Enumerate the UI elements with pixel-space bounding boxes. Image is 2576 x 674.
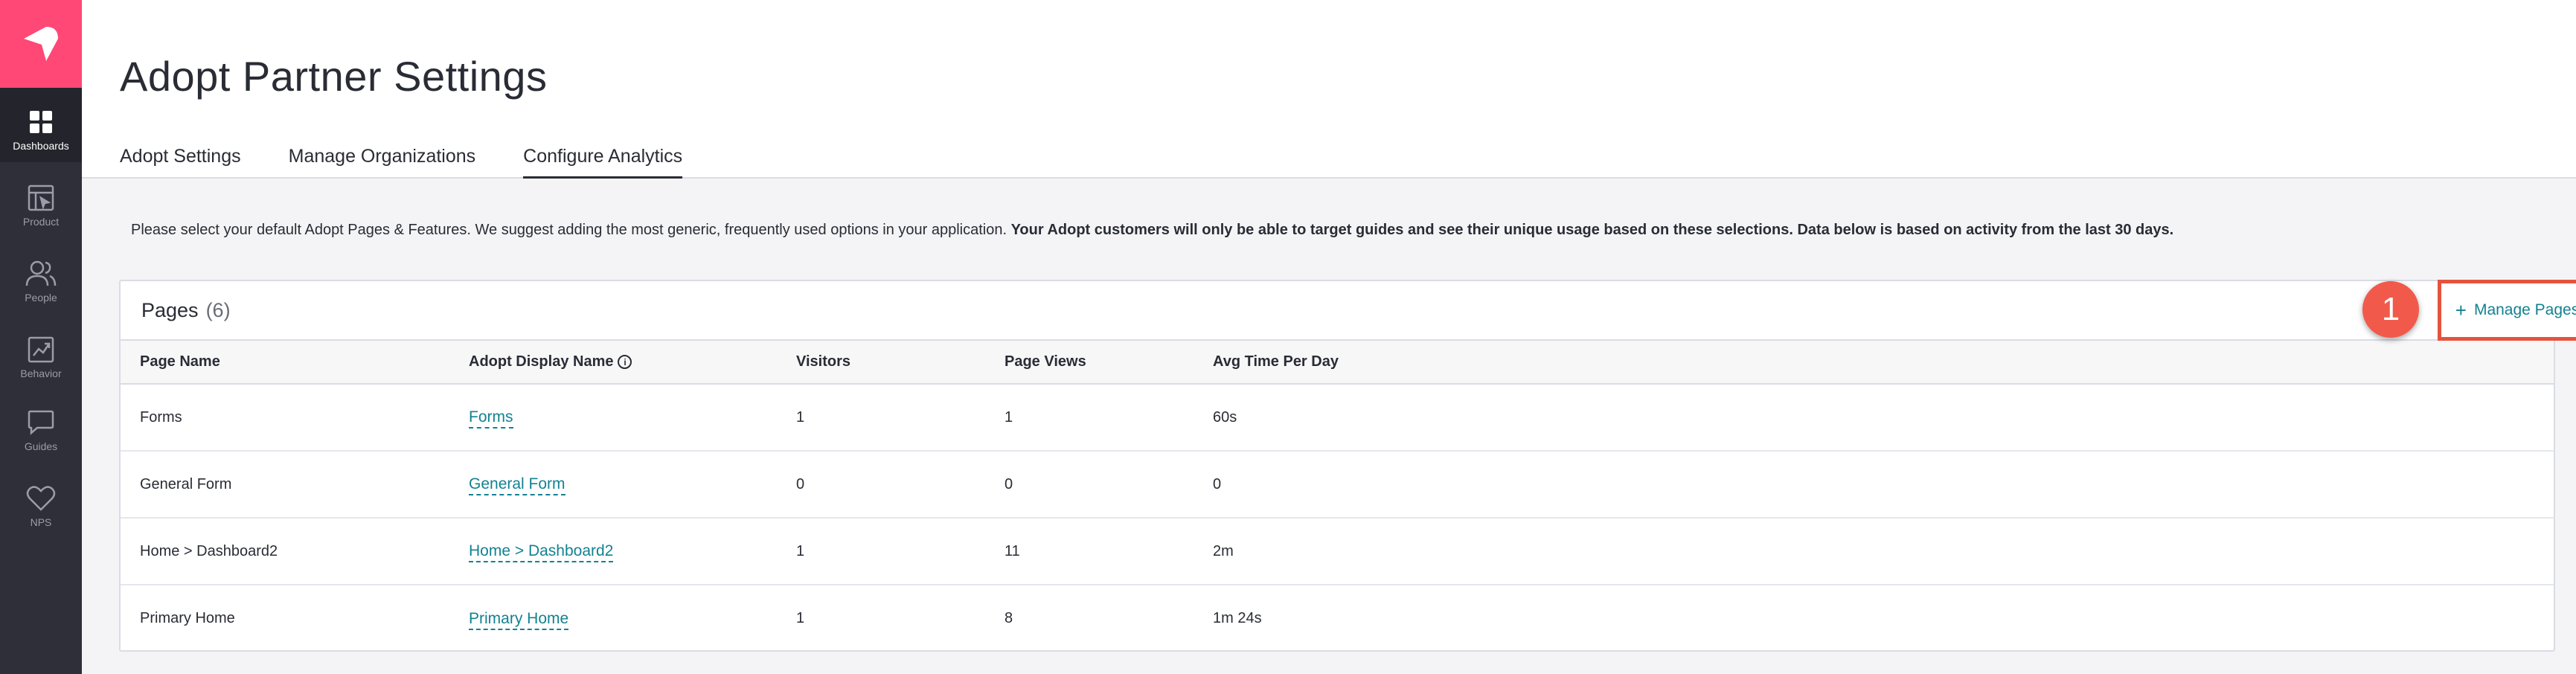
page-views-cell: 8 (1005, 610, 1013, 626)
dashboard-grid-icon (29, 109, 53, 135)
page-name-cell: Home > Dashboard2 (140, 542, 278, 559)
visitors-cell: 1 (796, 542, 805, 559)
display-name-link[interactable]: Forms (469, 408, 513, 429)
sidebar-item-nps[interactable]: NPS (0, 464, 82, 539)
pages-card-title: Pages (6) (141, 299, 231, 322)
highlight-box: + Manage Pages (2438, 280, 2576, 341)
page-name-cell: General Form (140, 475, 232, 492)
sidebar-item-product[interactable]: Product (0, 164, 82, 238)
column-header-page-name[interactable]: Page Name (121, 341, 469, 384)
sidebar-item-people[interactable]: People (0, 240, 82, 314)
table-row: General Form General Form 0 0 0 (121, 451, 2554, 518)
description-text: Please select your default Adopt Pages &… (131, 222, 1007, 238)
visitors-cell: 0 (796, 475, 805, 492)
display-name-cell: Primary Home (469, 585, 796, 652)
sidebar-item-guides[interactable]: Guides (0, 388, 82, 463)
info-icon[interactable]: i (618, 355, 632, 369)
page-views-cell: 0 (1005, 475, 1013, 492)
pages-card-header: Pages (6) 1 + Manage Pages (121, 280, 2576, 341)
nps-heart-icon (26, 485, 56, 512)
pendo-logo[interactable] (0, 0, 82, 88)
page-name-cell: Primary Home (140, 610, 235, 626)
sidebar-item-label: Dashboards (13, 140, 69, 152)
page-views-cell: 1 (1005, 408, 1013, 426)
manage-pages-label: Manage Pages (2473, 301, 2576, 318)
pendo-logo-icon (24, 27, 58, 61)
sidebar-item-label: Product (22, 216, 60, 228)
people-icon (25, 260, 57, 287)
behavior-chart-icon (27, 336, 55, 363)
product-icon (26, 184, 56, 211)
pages-card: Pages (6) 1 + Manage Pages Page Name Adop… (119, 280, 2576, 652)
sidebar-item-label: Behavior (20, 368, 62, 379)
avg-time-cell: 2m (1213, 542, 1234, 559)
visitors-cell: 1 (796, 408, 805, 426)
column-header-label: Adopt Display Name (469, 353, 614, 370)
display-name-cell: Forms (469, 384, 796, 451)
analytics-description: Please select your default Adopt Pages &… (131, 222, 2173, 239)
page-name-cell: Forms (140, 408, 182, 426)
avg-time-cell: 1m 24s (1213, 610, 1262, 626)
display-name-link[interactable]: General Form (469, 475, 565, 495)
sidebar-item-dashboards[interactable]: Dashboards (0, 88, 82, 162)
display-name-cell: General Form (469, 451, 796, 518)
settings-tabs: Adopt Settings Manage Organizations Conf… (120, 146, 730, 179)
tab-adopt-settings[interactable]: Adopt Settings (120, 146, 241, 179)
display-name-link[interactable]: Primary Home (469, 609, 569, 630)
pages-title: Pages (141, 299, 199, 321)
column-header-visitors[interactable]: Visitors (796, 341, 1005, 384)
step-number-badge: 1 (2362, 281, 2419, 338)
sidebar-item-label: Guides (24, 440, 58, 452)
visitors-cell: 1 (796, 610, 805, 626)
plus-icon: + (2455, 299, 2467, 321)
column-header-page-views[interactable]: Page Views (1005, 341, 1213, 384)
tab-manage-organizations[interactable]: Manage Organizations (289, 146, 476, 179)
avg-time-cell: 0 (1213, 475, 1222, 492)
table-header-row: Page Name Adopt Display Name i Visitors … (121, 341, 2554, 384)
column-header-avg-time[interactable]: Avg Time Per Day (1213, 341, 2554, 384)
table-row: Home > Dashboard2 Home > Dashboard2 1 11… (121, 518, 2554, 585)
main-content: Adopt Partner Settings Adopt Settings Ma… (82, 0, 2576, 674)
pages-count: (6) (205, 299, 231, 321)
guides-chat-icon (27, 409, 55, 436)
pages-table: Page Name Adopt Display Name i Visitors … (121, 341, 2554, 652)
table-row: Primary Home Primary Home 1 8 1m 24s (121, 585, 2554, 652)
description-bold-text: Your Adopt customers will only be able t… (1010, 222, 2174, 238)
table-row: Forms Forms 1 1 60s (121, 384, 2554, 451)
page-views-cell: 11 (1005, 542, 1020, 559)
avg-time-cell: 60s (1213, 408, 1237, 426)
manage-pages-button[interactable]: + Manage Pages (2455, 301, 2576, 320)
column-header-adopt-display-name[interactable]: Adopt Display Name i (469, 341, 796, 384)
sidebar-item-behavior[interactable]: Behavior (0, 315, 82, 390)
display-name-link[interactable]: Home > Dashboard2 (469, 542, 614, 562)
tab-configure-analytics[interactable]: Configure Analytics (523, 146, 683, 179)
sidebar-item-label: People (25, 292, 57, 304)
page-header: Adopt Partner Settings Adopt Settings Ma… (82, 0, 2576, 179)
sidebar: Dashboards Product People Behavior Guide… (0, 0, 82, 674)
page-title: Adopt Partner Settings (120, 53, 548, 100)
sidebar-item-label: NPS (30, 516, 52, 528)
display-name-cell: Home > Dashboard2 (469, 518, 796, 585)
